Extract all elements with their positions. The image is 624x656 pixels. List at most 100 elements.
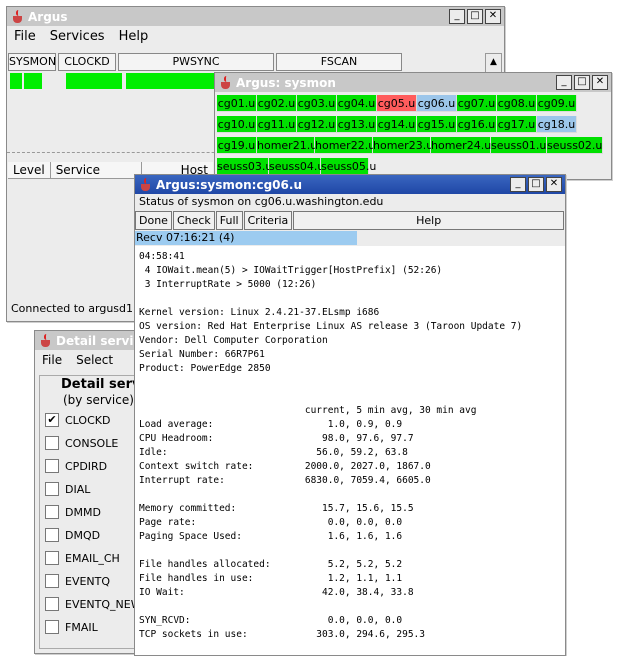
scroll-up-button[interactable]: ▲ (485, 53, 502, 73)
header-pwsync[interactable]: PWSYNC (118, 53, 274, 71)
checkbox[interactable] (45, 436, 59, 450)
host-detail-titlebar[interactable]: Argus:sysmon:cg06.u _ □ ✕ (135, 175, 565, 194)
header-sysmon[interactable]: SYSMON (8, 53, 56, 71)
host-cell[interactable]: cg05.u (377, 95, 417, 112)
full-button[interactable]: Full (215, 211, 243, 230)
service-checkbox-row[interactable]: FMAIL (45, 620, 98, 634)
host-cell[interactable]: cg14.u (377, 116, 417, 133)
host-cell[interactable]: seuss01.u (491, 137, 547, 154)
service-label: EVENTQ (65, 574, 111, 588)
maximize-button[interactable]: □ (574, 75, 590, 90)
host-cell[interactable]: seuss03.u (217, 158, 272, 175)
criteria-button[interactable]: Criteria (243, 211, 293, 230)
host-cell[interactable]: homer21.u (257, 137, 317, 154)
service-checkbox-row[interactable]: CPDIRD (45, 459, 107, 473)
checkbox[interactable] (45, 505, 59, 519)
minimize-button[interactable]: _ (556, 75, 572, 90)
status-line: SYN_RCVD: 0.0, 0.0, 0.0 (139, 615, 403, 626)
host-cell[interactable]: cg07.u (457, 95, 497, 112)
service-checkbox-row[interactable]: EVENTQ_NEW (45, 597, 142, 611)
menu-file[interactable]: File (42, 353, 62, 367)
status-line: current, 5 min avg, 30 min avg (139, 405, 477, 416)
host-cell[interactable]: cg04.u (337, 95, 377, 112)
service-checkbox-row[interactable]: EMAIL_CH (45, 551, 120, 565)
maximize-button[interactable]: □ (467, 9, 483, 24)
host-cell[interactable]: cg18.u (537, 116, 577, 133)
host-cell[interactable]: cg08.u (497, 95, 537, 112)
menu-select[interactable]: Select (76, 353, 113, 367)
argus-menubar: File Services Help (7, 26, 504, 46)
host-cell[interactable]: cg12.u (297, 116, 337, 133)
status-line: Page rate: 0.0, 0.0, 0.0 (139, 517, 403, 528)
checkbox[interactable] (45, 482, 59, 496)
checkbox[interactable] (45, 574, 59, 588)
header-clockd[interactable]: CLOCKD (58, 53, 116, 71)
status-line: CPU Headroom: 98.0, 97.6, 97.7 (139, 433, 414, 444)
host-cell[interactable]: cg15.u (417, 116, 457, 133)
host-cell[interactable]: homer22.u (315, 137, 375, 154)
status-bar-sysmon-b[interactable] (24, 73, 42, 89)
service-checkbox-row[interactable]: DIAL (45, 482, 90, 496)
sysmon-window: Argus: sysmon _ □ ✕ cg01.u cg02.u cg03.u cg… (214, 72, 612, 180)
host-cell[interactable]: homer23.u (373, 137, 433, 154)
service-checkbox-row[interactable]: EVENTQ (45, 574, 110, 588)
status-line: Interrupt rate: 6830.0, 7059.4, 6605.0 (139, 475, 431, 486)
checkbox[interactable] (45, 597, 59, 611)
menu-help[interactable]: Help (119, 29, 149, 44)
host-cell[interactable]: seuss05.u (321, 158, 376, 175)
checkbox[interactable] (45, 528, 59, 542)
menu-file[interactable]: File (14, 29, 36, 44)
help-button[interactable]: Help (293, 211, 564, 230)
checkbox[interactable] (45, 459, 59, 473)
status-line (139, 376, 565, 390)
checkbox[interactable] (45, 551, 59, 565)
status-bar-pwsync[interactable] (126, 73, 216, 89)
close-button[interactable]: ✕ (592, 75, 608, 90)
host-cell[interactable]: cg02.u (257, 95, 297, 112)
col-level[interactable]: Level (8, 162, 51, 178)
service-checkbox-row[interactable]: DMMD (45, 505, 101, 519)
service-label: EVENTQ_NEW (65, 597, 142, 611)
header-fscan[interactable]: FSCAN (276, 53, 402, 71)
sysmon-titlebar[interactable]: Argus: sysmon _ □ ✕ (215, 73, 611, 92)
status-bar-clockd[interactable] (66, 73, 122, 89)
host-cell[interactable]: cg03.u (297, 95, 337, 112)
host-cell[interactable]: cg16.u (457, 116, 497, 133)
host-cell[interactable]: cg06.u (417, 95, 457, 112)
minimize-button[interactable]: _ (449, 9, 465, 24)
status-line (139, 600, 565, 614)
host-cell[interactable]: cg17.u (497, 116, 537, 133)
host-cell[interactable]: cg09.u (537, 95, 577, 112)
host-cell[interactable]: cg19.u (217, 137, 257, 154)
service-label: EMAIL_CH (65, 551, 120, 565)
host-cell[interactable]: cg11.u (257, 116, 297, 133)
host-cell[interactable]: cg13.u (337, 116, 377, 133)
host-cell[interactable]: homer24.u (431, 137, 491, 154)
host-cell[interactable]: cg01.u (217, 95, 257, 112)
menu-services[interactable]: Services (50, 29, 105, 44)
close-button[interactable]: ✕ (546, 177, 562, 192)
maximize-button[interactable]: □ (528, 177, 544, 192)
host-cell[interactable]: seuss04.u (269, 158, 324, 175)
service-checkbox-row[interactable]: DMQD (45, 528, 100, 542)
status-line: Context switch rate: 2000.0, 2027.0, 186… (139, 461, 431, 472)
done-button[interactable]: Done (135, 211, 172, 230)
checkbox[interactable] (45, 620, 59, 634)
service-checkbox-row[interactable]: CONSOLE (45, 436, 118, 450)
status-line: 3 InterruptRate > 5000 (12:26) (139, 279, 317, 290)
minimize-button[interactable]: _ (510, 177, 526, 192)
col-service[interactable]: Service (51, 162, 142, 178)
service-checkbox-row[interactable]: ✔ CLOCKD (45, 413, 110, 427)
status-text-area[interactable]: 04:58:41 4 IOWait.mean(5) > IOWaitTrigge… (135, 246, 565, 655)
status-bar-sysmon-a[interactable] (10, 73, 22, 89)
status-line (139, 544, 565, 558)
status-line: TCP sockets in use: 303.0, 294.6, 295.3 (139, 629, 425, 640)
checked-checkbox[interactable]: ✔ (45, 413, 59, 427)
close-button[interactable]: ✕ (485, 9, 501, 24)
argus-titlebar[interactable]: Argus _ □ ✕ (7, 7, 504, 26)
check-button[interactable]: Check (172, 211, 215, 230)
host-cell[interactable]: seuss02.u (547, 137, 603, 154)
status-line: Product: PowerEdge 2850 (139, 363, 271, 374)
java-icon (11, 9, 25, 24)
host-cell[interactable]: cg10.u (217, 116, 257, 133)
